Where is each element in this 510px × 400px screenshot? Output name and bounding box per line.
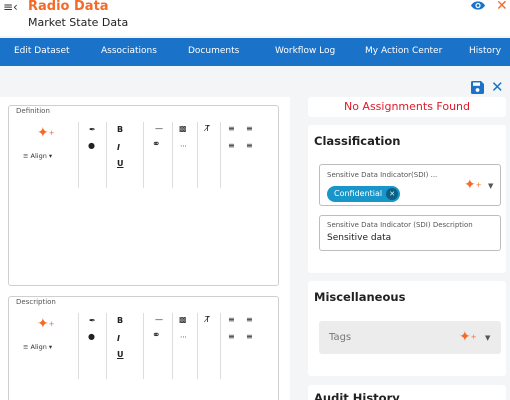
close-icon[interactable]: ✕ (496, 0, 508, 14)
palette-icon[interactable]: ● (88, 333, 95, 341)
menu-collapse-icon[interactable]: ≡‹ (3, 0, 18, 14)
sdi-chip-label: Confidential (334, 189, 383, 198)
horizontal-rule-icon[interactable]: — (155, 316, 163, 324)
definition-label: Definition (14, 107, 52, 115)
toolbar-divider (143, 313, 144, 379)
link-icon[interactable]: ⚭ (152, 331, 160, 341)
ai-sparkle-icon[interactable]: ✦+ (37, 126, 55, 140)
toolbar-divider (220, 313, 221, 379)
underline-button[interactable]: U (117, 351, 124, 359)
sdi-description-value: Sensitive data (327, 233, 392, 243)
classification-card: Classification Sensitive Data Indicator(… (308, 125, 506, 273)
tab-edit-dataset[interactable]: Edit Dataset (14, 46, 70, 56)
clear-format-icon[interactable]: T̸ (205, 316, 210, 324)
description-label: Description (14, 298, 58, 306)
audit-history-title: Audit History (314, 391, 400, 400)
page-subtitle: Market State Data (28, 16, 129, 29)
toolbar-divider (106, 122, 107, 188)
palette-icon[interactable]: ● (88, 142, 95, 150)
editor-panel: Definition ✦+ ≡ Align ▾ ✒ ● B I U — ⚭ ▩ … (0, 97, 290, 400)
tab-bar: Edit Dataset Associations Documents Work… (0, 38, 510, 66)
print-icon[interactable]: ▩ (179, 316, 187, 324)
page-title: Radio Data (28, 0, 109, 14)
miscellaneous-card: Miscellaneous Tags ✦+ ▼ (308, 281, 506, 376)
italic-button[interactable]: I (117, 335, 120, 343)
underline-button[interactable]: U (117, 160, 124, 168)
sdi-chip[interactable]: Confidential ✕ (327, 186, 401, 202)
eye-icon[interactable] (471, 0, 485, 11)
bullet-list-icon[interactable]: ≡ (228, 316, 235, 324)
chip-remove-icon[interactable]: ✕ (386, 188, 399, 200)
numbered-list-icon[interactable]: ≡ (246, 316, 253, 324)
right-sidebar: No Assignments Found Classification Sens… (296, 97, 510, 400)
print-icon[interactable]: ▩ (179, 125, 187, 133)
italic-button[interactable]: I (117, 144, 120, 152)
fullscreen-icon[interactable]: ⋯ (180, 142, 187, 150)
toolbar-divider (78, 313, 79, 379)
bullet-list-icon[interactable]: ≡ (228, 125, 235, 133)
definition-editor[interactable]: Definition ✦+ ≡ Align ▾ ✒ ● B I U — ⚭ ▩ … (8, 105, 279, 286)
tab-associations[interactable]: Associations (101, 46, 157, 56)
ai-sparkle-icon[interactable]: ✦+ (459, 330, 477, 344)
toolbar-divider (220, 122, 221, 188)
app-header: ≡‹ Radio Data Market State Data ✕ (0, 0, 510, 36)
horizontal-rule-icon[interactable]: — (155, 125, 163, 133)
fullscreen-icon[interactable]: ⋯ (180, 333, 187, 341)
chevron-down-icon[interactable]: ▼ (488, 182, 493, 190)
classification-title: Classification (314, 134, 401, 148)
tab-my-action-center[interactable]: My Action Center (365, 46, 442, 56)
ai-sparkle-icon[interactable]: ✦+ (37, 317, 55, 331)
toolbar-divider (197, 313, 198, 379)
sdi-description-label: Sensitive Data Indicator (SDI) Descripti… (327, 221, 473, 229)
toolbar-divider (172, 313, 173, 379)
sdi-label: Sensitive Data Indicator(SDI) ... (327, 171, 438, 179)
tab-workflow-log[interactable]: Workflow Log (275, 46, 335, 56)
indent-icon[interactable]: ≡ (228, 142, 235, 150)
assignments-card: No Assignments Found (308, 97, 506, 117)
chevron-down-icon[interactable]: ▼ (485, 334, 490, 342)
pen-icon[interactable]: ✒ (89, 126, 96, 134)
tags-input[interactable]: Tags ✦+ ▼ (319, 321, 501, 354)
close-panel-icon[interactable]: ✕ (491, 78, 504, 96)
outdent-icon[interactable]: ≡ (246, 142, 253, 150)
tags-placeholder: Tags (329, 332, 352, 343)
bold-button[interactable]: B (117, 317, 123, 325)
align-label: Align (30, 343, 47, 351)
align-dropdown[interactable]: ≡ Align ▾ (23, 152, 52, 160)
align-label: Align (30, 152, 47, 160)
indent-icon[interactable]: ≡ (228, 333, 235, 341)
toolbar-divider (78, 122, 79, 188)
sdi-select[interactable]: Sensitive Data Indicator(SDI) ... Confid… (319, 164, 501, 206)
numbered-list-icon[interactable]: ≡ (246, 125, 253, 133)
outdent-icon[interactable]: ≡ (246, 333, 253, 341)
ai-sparkle-icon[interactable]: ✦+ (464, 178, 482, 192)
clear-format-icon[interactable]: T̸ (205, 125, 210, 133)
pen-icon[interactable]: ✒ (89, 317, 96, 325)
bold-button[interactable]: B (117, 126, 123, 134)
audit-history-card: Audit History (308, 385, 506, 400)
sdi-description-field[interactable]: Sensitive Data Indicator (SDI) Descripti… (319, 215, 501, 251)
toolbar-divider (172, 122, 173, 188)
toolbar-divider (106, 313, 107, 379)
no-assignments-message: No Assignments Found (343, 100, 471, 113)
description-editor[interactable]: Description ✦+ ≡ Align ▾ ✒ ● B I U — ⚭ ▩… (8, 296, 279, 400)
tab-history[interactable]: History (469, 46, 501, 56)
miscellaneous-title: Miscellaneous (314, 290, 406, 304)
save-icon[interactable] (471, 81, 484, 94)
toolbar-divider (197, 122, 198, 188)
link-icon[interactable]: ⚭ (152, 140, 160, 150)
align-dropdown[interactable]: ≡ Align ▾ (23, 343, 52, 351)
toolbar-divider (143, 122, 144, 188)
tab-documents[interactable]: Documents (188, 46, 239, 56)
